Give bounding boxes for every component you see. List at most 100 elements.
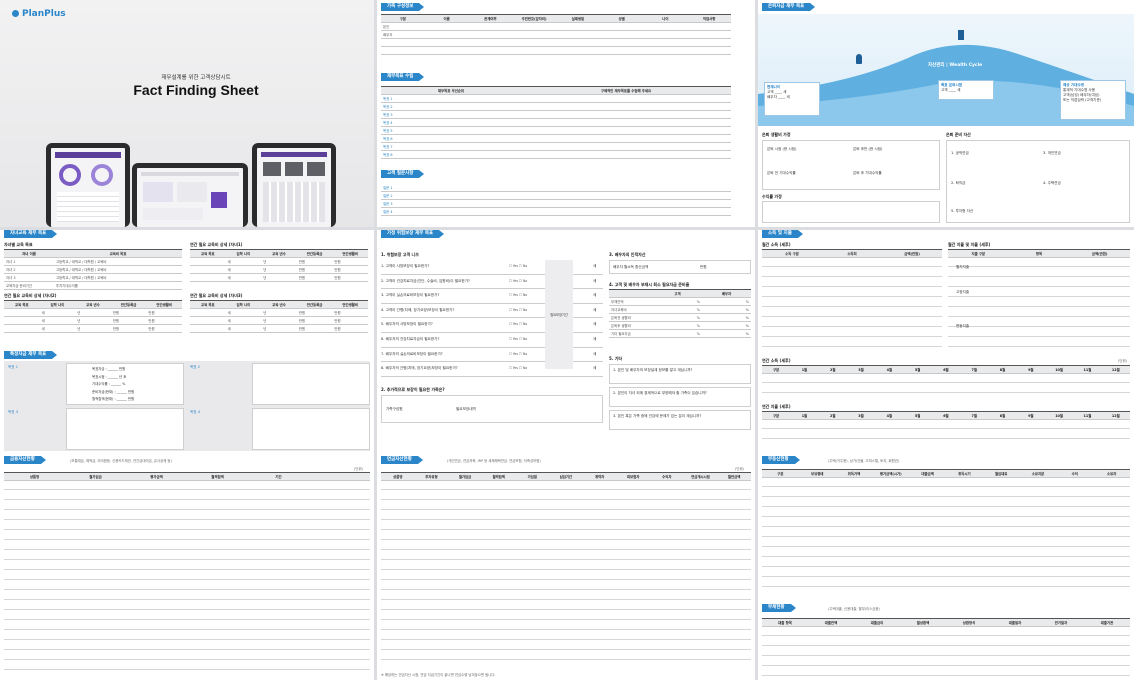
life-expectancy-opt2[interactable]: 고객(남성) 배우자(여성) xyxy=(1063,93,1100,97)
edu-col: 교육 목표 xyxy=(190,300,226,309)
table-cell[interactable] xyxy=(4,316,40,325)
field-unit: 만원 xyxy=(119,367,126,371)
table-cell[interactable] xyxy=(599,46,644,55)
unit: 만원 xyxy=(332,257,368,266)
question-input[interactable] xyxy=(425,207,731,216)
table-cell[interactable] xyxy=(512,30,556,39)
table-cell[interactable] xyxy=(556,22,600,31)
monthly-income-body[interactable] xyxy=(762,257,942,347)
yes-no-checkbox[interactable]: ☐ Yes ☐ No xyxy=(509,275,527,289)
yes-no-checkbox[interactable]: ☐ Yes ☐ No xyxy=(509,260,527,274)
yes-no-checkbox[interactable]: ☐ Yes ☐ No xyxy=(509,362,527,376)
table-cell[interactable] xyxy=(468,38,513,47)
unit[interactable]: % xyxy=(702,329,751,338)
target-retire-title: 목표 은퇴시점 xyxy=(941,83,963,87)
table-cell[interactable] xyxy=(556,46,600,55)
table-cell[interactable] xyxy=(190,308,226,317)
edu-note[interactable]: 고등학교 / 대학교 / 대학원 / 교육비 xyxy=(54,265,182,274)
goal-label: 목표 7 xyxy=(381,142,521,151)
table-cell[interactable] xyxy=(556,38,600,47)
unit[interactable]: % xyxy=(653,321,702,330)
table-cell[interactable] xyxy=(643,46,688,55)
table-cell[interactable] xyxy=(381,46,425,55)
table-cell[interactable] xyxy=(468,22,513,31)
children-goal-table: 자녀 이름 교육비 목표 자녀 1 고등학교 / 대학교 / 대학원 / 교육비 자… xyxy=(4,249,182,290)
unit[interactable]: % xyxy=(653,329,702,338)
yes-no-checkbox[interactable]: ☐ Yes ☐ No xyxy=(509,304,527,318)
life-expectancy-box: 예상 기대수명 통계적 기대수명 사용 고객(남성) 배우자(여성) 또는 직접… xyxy=(1060,80,1126,120)
table-cell[interactable] xyxy=(381,38,425,47)
question-input[interactable] xyxy=(425,184,731,192)
table-cell[interactable] xyxy=(687,22,731,31)
children-sub4: 연간 필요 교육비 상세 (자녀3) xyxy=(190,293,243,298)
monthly-expense-body[interactable] xyxy=(948,257,1130,347)
table-cell[interactable] xyxy=(556,30,600,39)
realestate-table-body[interactable] xyxy=(762,477,1130,589)
unit: 만원 xyxy=(296,316,333,325)
unit[interactable]: % xyxy=(653,297,702,306)
assets-table-body[interactable] xyxy=(4,480,370,678)
goal-input[interactable] xyxy=(521,102,731,111)
table-cell[interactable] xyxy=(599,30,644,39)
unit[interactable]: % xyxy=(702,297,751,306)
table-cell[interactable] xyxy=(190,316,226,325)
table-cell[interactable] xyxy=(687,46,731,55)
table-cell[interactable] xyxy=(190,257,226,266)
yes-no-checkbox[interactable]: ☐ Yes ☐ No xyxy=(509,348,527,362)
investment-table-body[interactable] xyxy=(381,480,751,668)
edu-note[interactable]: 고등학교 / 대학교 / 대학원 / 교육비 xyxy=(54,273,182,282)
debt-table-body[interactable] xyxy=(762,626,1130,676)
table-cell[interactable] xyxy=(190,273,226,282)
annual-expense-body[interactable] xyxy=(762,419,1130,447)
unit[interactable]: % xyxy=(702,321,751,330)
goal-input[interactable] xyxy=(521,150,731,159)
table-cell[interactable] xyxy=(190,324,226,333)
table-cell[interactable] xyxy=(4,308,40,317)
table-cell[interactable] xyxy=(643,22,688,31)
extra-family-box: 가족구성원 필요보장내역 xyxy=(381,395,603,423)
need-period-label: 필요보장기간 xyxy=(550,313,568,317)
table-cell[interactable] xyxy=(599,22,644,31)
goal-input[interactable] xyxy=(521,134,731,143)
yes-no-checkbox[interactable]: ☐ Yes ☐ No xyxy=(509,318,527,332)
table-cell[interactable] xyxy=(599,38,644,47)
table-cell[interactable] xyxy=(424,30,469,39)
goal-input[interactable] xyxy=(521,94,731,103)
question-input[interactable] xyxy=(425,191,731,200)
table-cell[interactable] xyxy=(512,38,556,47)
retire-living-label: 은퇴 후 기대수익률 xyxy=(853,171,882,175)
table-cell[interactable] xyxy=(468,46,513,55)
question-input[interactable] xyxy=(425,199,731,208)
table-cell[interactable] xyxy=(643,30,688,39)
retire-section-title: 은퇴자금 재무 목표 xyxy=(762,3,816,11)
table-cell[interactable] xyxy=(4,324,40,333)
table-cell[interactable] xyxy=(424,46,469,55)
table-cell[interactable] xyxy=(424,38,469,47)
yes-no-checkbox[interactable]: ☐ Yes ☐ No xyxy=(509,333,527,347)
goal-input[interactable] xyxy=(521,142,731,151)
goal-input[interactable] xyxy=(521,118,731,127)
table-cell[interactable] xyxy=(512,46,556,55)
table-cell[interactable] xyxy=(687,38,731,47)
yes-no-checkbox[interactable]: ☐ Yes ☐ No xyxy=(509,289,527,303)
unit[interactable]: % xyxy=(702,305,751,314)
table-cell[interactable] xyxy=(190,265,226,274)
table-cell[interactable] xyxy=(424,22,469,31)
life-expectancy-opt3[interactable]: 또는 직접입력 (고객기준) xyxy=(1063,98,1101,102)
unit[interactable]: % xyxy=(653,313,702,322)
life-expectancy-opt1[interactable]: 통계적 기대수명 사용 xyxy=(1063,88,1095,92)
family-col: 관계여부 xyxy=(468,14,513,23)
annual-income-body[interactable] xyxy=(762,373,1130,401)
unit[interactable]: % xyxy=(653,305,702,314)
goal-input[interactable] xyxy=(521,126,731,135)
table-cell[interactable] xyxy=(687,30,731,39)
unit[interactable]: % xyxy=(702,313,751,322)
table-cell[interactable] xyxy=(512,22,556,31)
investment-unit: (단위) xyxy=(735,467,744,471)
table-row: 배우자 xyxy=(381,30,731,39)
retire-assets-subtitle: 은퇴 준비 자산 xyxy=(946,132,971,137)
table-cell[interactable] xyxy=(643,38,688,47)
table-cell[interactable] xyxy=(468,30,513,39)
goal-input[interactable] xyxy=(521,110,731,119)
edu-note[interactable]: 고등학교 / 대학교 / 대학원 / 교육비 xyxy=(54,257,182,266)
